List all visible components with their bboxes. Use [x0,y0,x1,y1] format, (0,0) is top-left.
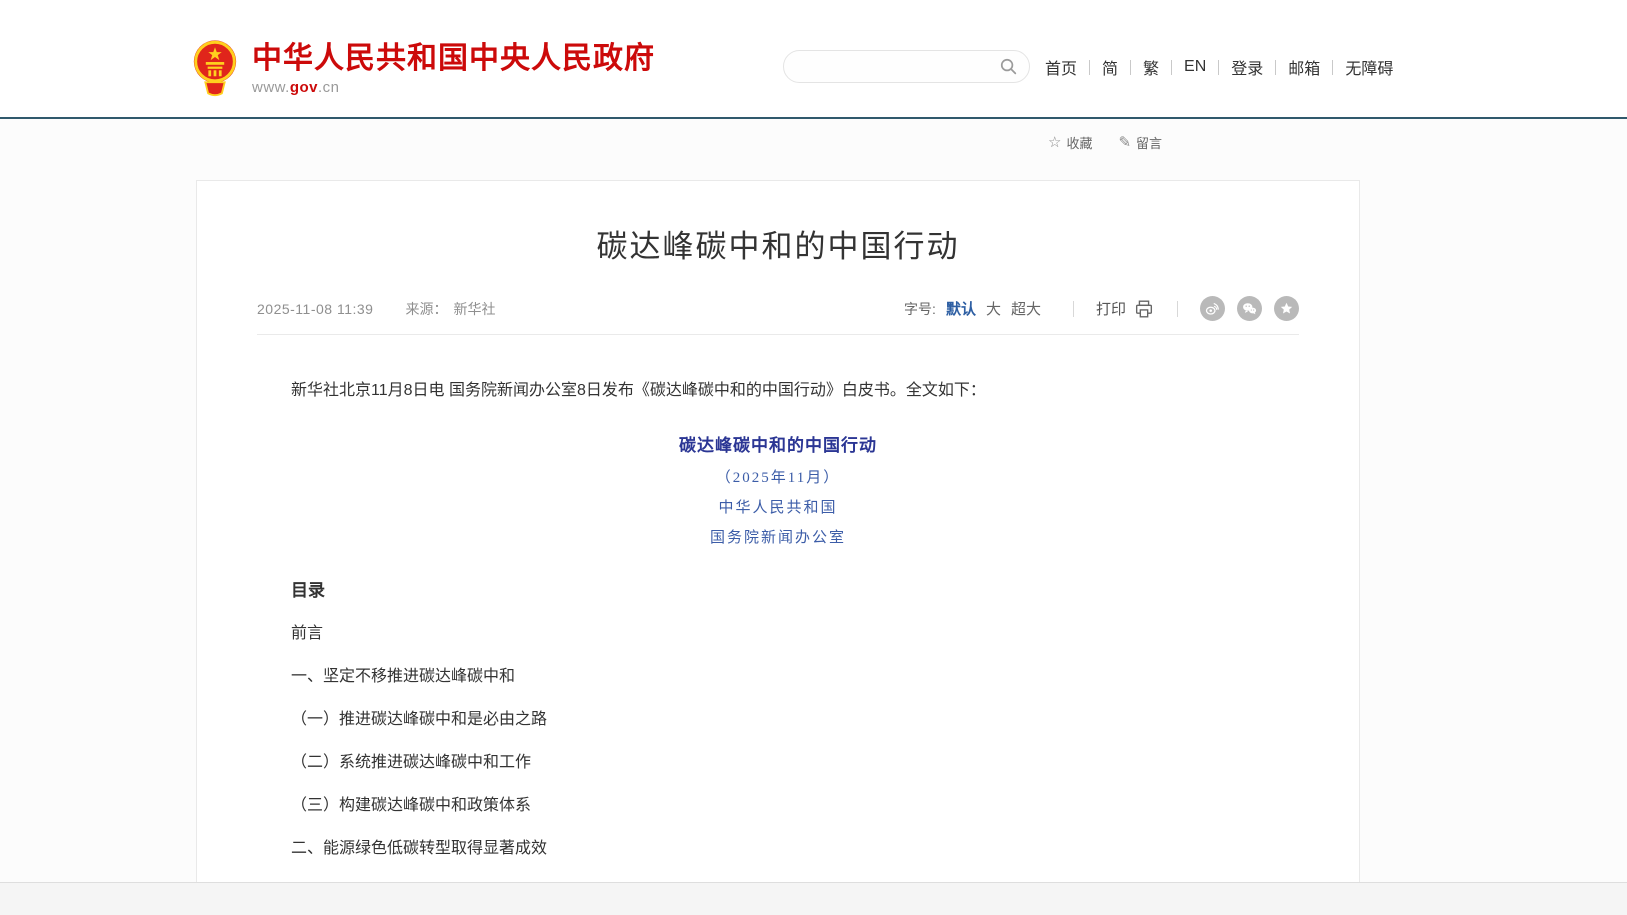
nav-english[interactable]: EN [1184,58,1206,76]
message-label: 留言 [1136,133,1162,152]
page: 中华人民共和国中央人民政府 www.gov.cn 首页 简 繁 EN 登录 邮箱 [0,0,1627,915]
meta-separator [1073,301,1074,317]
fontsize-large-button[interactable]: 大 [986,298,1001,319]
site-url: www.gov.cn [252,79,655,96]
nav-accessibility[interactable]: 无障碍 [1345,55,1393,79]
viewport-bottom-strip [0,882,1627,915]
wechat-share-icon[interactable] [1237,296,1262,321]
share-group [1200,296,1299,321]
source-value[interactable]: 新华社 [453,299,495,319]
site-url-gov: gov [290,79,318,96]
search-box [783,50,1030,83]
nav-separator [1130,60,1131,75]
article-title: 碳达峰碳中和的中国行动 [197,221,1359,266]
site-url-suffix: .cn [318,79,340,96]
star-outline-icon: ☆ [1048,135,1061,150]
site-logo[interactable]: 中华人民共和国中央人民政府 www.gov.cn [192,38,655,98]
favorite-label: 收藏 [1066,133,1092,152]
article-meta-right: 字号: 默认 大 超大 打印 [904,296,1299,321]
document-org-line-1: 中华人民共和国 [291,500,1265,516]
favorite-button[interactable]: ☆ 收藏 [1048,133,1092,152]
lead-paragraph: 新华社北京11月8日电 国务院新闻办公室8日发布《碳达峰碳中和的中国行动》白皮书… [291,379,1265,404]
pencil-icon: ✎ [1118,135,1131,150]
nav-separator [1275,60,1276,75]
document-org-line-2: 国务院新闻办公室 [291,530,1265,546]
meta-separator [1177,301,1178,317]
article-meta-row: 2025-11-08 11:39 来源： 新华社 字号: 默认 大 超大 打印 [257,296,1299,335]
document-title: 碳达峰碳中和的中国行动 [291,431,1265,456]
fontsize-xlarge-button[interactable]: 超大 [1011,298,1041,319]
nav-simplified[interactable]: 简 [1102,55,1118,79]
national-emblem-icon [192,38,238,98]
site-url-prefix: www. [252,79,290,96]
nav-separator [1332,60,1333,75]
nav-home[interactable]: 首页 [1045,55,1077,79]
site-header: 中华人民共和国中央人民政府 www.gov.cn 首页 简 繁 EN 登录 邮箱 [0,0,1627,119]
source-label: 来源： [405,299,447,319]
article-meta-left: 2025-11-08 11:39 来源： 新华社 [257,299,495,319]
toc-item-1-1: （一）推进碳达峰碳中和是必由之路 [291,712,1265,728]
article-card: 碳达峰碳中和的中国行动 2025-11-08 11:39 来源： 新华社 字号:… [196,180,1360,915]
print-label: 打印 [1096,298,1126,319]
site-title: 中华人民共和国中央人民政府 [252,42,655,76]
message-button[interactable]: ✎ 留言 [1118,133,1162,152]
nav-separator [1218,60,1219,75]
article-date: 2025-11-08 11:39 [257,301,373,317]
document-date-line: （2025年11月） [291,470,1265,486]
nav-mail[interactable]: 邮箱 [1288,55,1320,79]
article-body: 新华社北京11月8日电 国务院新闻办公室8日发布《碳达峰碳中和的中国行动》白皮书… [291,379,1265,900]
toc-item-1-3: （三）构建碳达峰碳中和政策体系 [291,798,1265,814]
nav-separator [1171,60,1172,75]
weibo-share-icon[interactable] [1200,296,1225,321]
print-button[interactable]: 打印 [1096,298,1155,320]
fontsize-label: 字号: [904,299,936,319]
nav-login[interactable]: 登录 [1231,55,1263,79]
search-input[interactable] [800,52,995,81]
nav-traditional[interactable]: 繁 [1143,55,1159,79]
search-icon[interactable] [999,57,1018,76]
toc-item-1-2: （二）系统推进碳达峰碳中和工作 [291,755,1265,771]
quick-links-bar: ☆ 收藏 ✎ 留言 [1048,133,1162,152]
star-share-icon[interactable] [1274,296,1299,321]
printer-icon [1133,298,1155,320]
nav-separator [1089,60,1090,75]
top-nav: 首页 简 繁 EN 登录 邮箱 无障碍 [1045,55,1393,79]
toc-item-2: 二、能源绿色低碳转型取得显著成效 [291,841,1265,857]
document-heading-block: 碳达峰碳中和的中国行动 （2025年11月） 中华人民共和国 国务院新闻办公室 [291,431,1265,546]
site-text: 中华人民共和国中央人民政府 www.gov.cn [252,38,655,96]
toc-item-1: 一、坚定不移推进碳达峰碳中和 [291,669,1265,685]
toc-item-preface: 前言 [291,626,1265,642]
fontsize-default-button[interactable]: 默认 [946,298,976,319]
toc-heading: 目录 [291,582,1265,599]
